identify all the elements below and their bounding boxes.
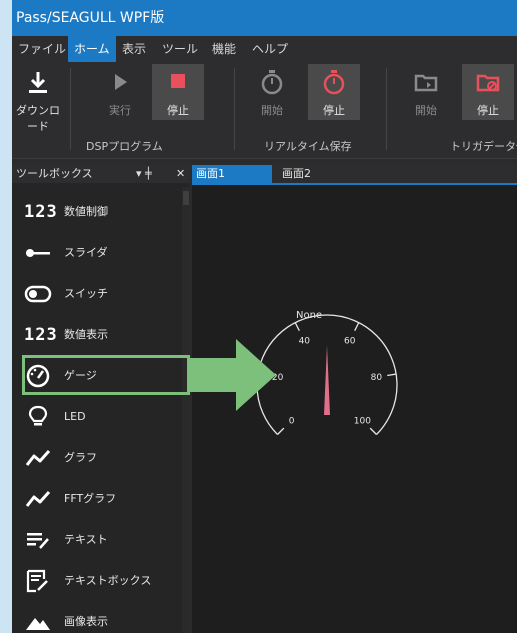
toolbox-item-label: テキストボックス bbox=[64, 574, 152, 587]
dsp-stop-button[interactable]: 停止 bbox=[152, 64, 204, 120]
toolbox-item-slider[interactable]: スライダ bbox=[12, 234, 190, 272]
textbox-icon bbox=[26, 569, 48, 593]
toolbox-item-label: FFTグラフ bbox=[64, 492, 117, 505]
menu-home[interactable]: ホーム bbox=[68, 36, 116, 62]
gauge-needle bbox=[324, 345, 330, 415]
toolbox-item-label: スイッチ bbox=[64, 287, 108, 300]
gauge-highlight-box bbox=[22, 355, 190, 395]
pin-icon[interactable]: ▾ ╪ bbox=[136, 165, 152, 183]
toggle-switch-icon bbox=[24, 285, 52, 303]
text-icon bbox=[27, 533, 49, 549]
gauge-tick-label: 80 bbox=[371, 373, 383, 383]
app-title: Pass/SEAGULL WPF版 bbox=[16, 10, 165, 26]
download-icon bbox=[29, 72, 47, 93]
stopwatch-stop-icon bbox=[323, 70, 345, 95]
gauge-tick bbox=[294, 322, 300, 331]
lightbulb-icon bbox=[28, 405, 48, 426]
ribbon-separator bbox=[234, 68, 235, 150]
gauge-widget[interactable]: 0 20 40 60 80 100 None bbox=[192, 165, 517, 633]
trigger-start-button[interactable]: 開始 bbox=[400, 64, 452, 120]
gauge-group: 0 20 40 60 80 100 bbox=[256, 314, 398, 435]
gauge-tick-label: 40 bbox=[299, 336, 311, 346]
toolbox-item-textbox[interactable]: テキストボックス bbox=[12, 562, 190, 600]
trigger-stop-button[interactable]: 停止 bbox=[462, 64, 514, 120]
menu-bar: ファイル ホーム 表示 ツール 機能 ヘルプ bbox=[12, 36, 517, 62]
toolbox-item-numeric-display[interactable]: 123 数値表示 bbox=[12, 316, 190, 354]
gauge-tick bbox=[387, 373, 397, 377]
gauge-tick-label: 100 bbox=[354, 416, 371, 426]
menu-tools[interactable]: ツール bbox=[156, 36, 204, 62]
realtime-start-label: 開始 bbox=[261, 104, 283, 117]
numeric-icon: 123 bbox=[24, 202, 58, 222]
gauge-tick-label: 60 bbox=[344, 336, 356, 346]
toolbox-item-graph[interactable]: グラフ bbox=[12, 439, 190, 477]
dsp-stop-label: 停止 bbox=[167, 104, 189, 117]
gauge-tick bbox=[277, 427, 285, 435]
app-window: Pass/SEAGULL WPF版 ファイル ホーム 表示 ツール 機能 ヘルプ… bbox=[12, 0, 517, 633]
title-bar: Pass/SEAGULL WPF版 bbox=[12, 0, 517, 36]
toolbox-item-label: グラフ bbox=[64, 451, 97, 464]
folder-stop-icon bbox=[476, 74, 500, 92]
menu-functions[interactable]: 機能 bbox=[206, 36, 242, 62]
menu-file[interactable]: ファイル bbox=[12, 36, 72, 62]
ribbon-separator bbox=[70, 68, 71, 150]
trigger-stop-label: 停止 bbox=[477, 104, 499, 117]
stopwatch-icon bbox=[261, 70, 283, 95]
screen-canvas[interactable]: 画面1 画面2 0 20 40 60 80 100 None bbox=[192, 165, 517, 633]
stop-icon bbox=[171, 74, 185, 88]
menu-view[interactable]: 表示 bbox=[116, 36, 152, 62]
play-icon bbox=[115, 74, 127, 90]
toolbox-header: ツールボックス ▾ ╪ ✕ bbox=[12, 165, 190, 183]
numeric-icon: 123 bbox=[24, 325, 58, 345]
toolbox-item-switch[interactable]: スイッチ bbox=[12, 275, 190, 313]
ribbon: ダウンロード 実行 停止 DSPプログラム 開始 停止 リアルタイム保存 開始 … bbox=[12, 62, 517, 159]
close-icon[interactable]: ✕ bbox=[176, 165, 185, 183]
gauge-title: None bbox=[296, 310, 322, 321]
toolbox-item-label: 数値表示 bbox=[64, 328, 108, 341]
graph-icon bbox=[25, 449, 51, 466]
toolbox-item-text[interactable]: テキスト bbox=[12, 521, 190, 559]
menu-help[interactable]: ヘルプ bbox=[246, 36, 294, 62]
toolbox-item-fft-graph[interactable]: FFTグラフ bbox=[12, 480, 190, 518]
dsp-run-label: 実行 bbox=[109, 104, 131, 117]
toolbox-item-label: LED bbox=[64, 410, 86, 423]
gauge-tick bbox=[354, 322, 360, 331]
realtime-stop-button[interactable]: 停止 bbox=[308, 64, 360, 120]
toolbox-item-image[interactable]: 画像表示 bbox=[12, 603, 190, 633]
fft-graph-icon bbox=[25, 490, 51, 507]
download-button[interactable]: ダウンロード bbox=[12, 64, 64, 133]
image-icon bbox=[26, 618, 50, 630]
gauge-tick bbox=[369, 427, 377, 435]
realtime-group-label: リアルタイム保存 bbox=[264, 140, 352, 153]
trigger-group-label: トリガデータ保 bbox=[450, 140, 517, 153]
gauge-tick bbox=[257, 373, 267, 377]
toolbox-title: ツールボックス bbox=[16, 167, 93, 180]
trigger-start-label: 開始 bbox=[415, 104, 437, 117]
download-label: ダウンロード bbox=[16, 104, 60, 133]
realtime-stop-label: 停止 bbox=[323, 104, 345, 117]
gauge-tick-label: 0 bbox=[289, 416, 295, 426]
toolbox-item-label: テキスト bbox=[64, 533, 108, 546]
toolbox-item-label: スライダ bbox=[64, 246, 108, 259]
slider-icon bbox=[26, 249, 50, 257]
toolbox-item-label: 画像表示 bbox=[64, 615, 108, 628]
ribbon-separator bbox=[386, 68, 387, 150]
gauge-tick-label: 20 bbox=[272, 373, 284, 383]
toolbox-item-label: 数値制御 bbox=[64, 205, 108, 218]
toolbox-item-numeric-control[interactable]: 123 数値制御 bbox=[12, 193, 190, 231]
folder-icon bbox=[414, 74, 438, 92]
toolbox-panel: ツールボックス ▾ ╪ ✕ 123 数値制御 スライダ スイッチ 123 数値表… bbox=[12, 165, 190, 633]
toolbox-item-led[interactable]: LED bbox=[12, 398, 190, 436]
realtime-start-button[interactable]: 開始 bbox=[246, 64, 298, 120]
dsp-group-label: DSPプログラム bbox=[86, 140, 163, 153]
dsp-run-button[interactable]: 実行 bbox=[94, 64, 146, 120]
